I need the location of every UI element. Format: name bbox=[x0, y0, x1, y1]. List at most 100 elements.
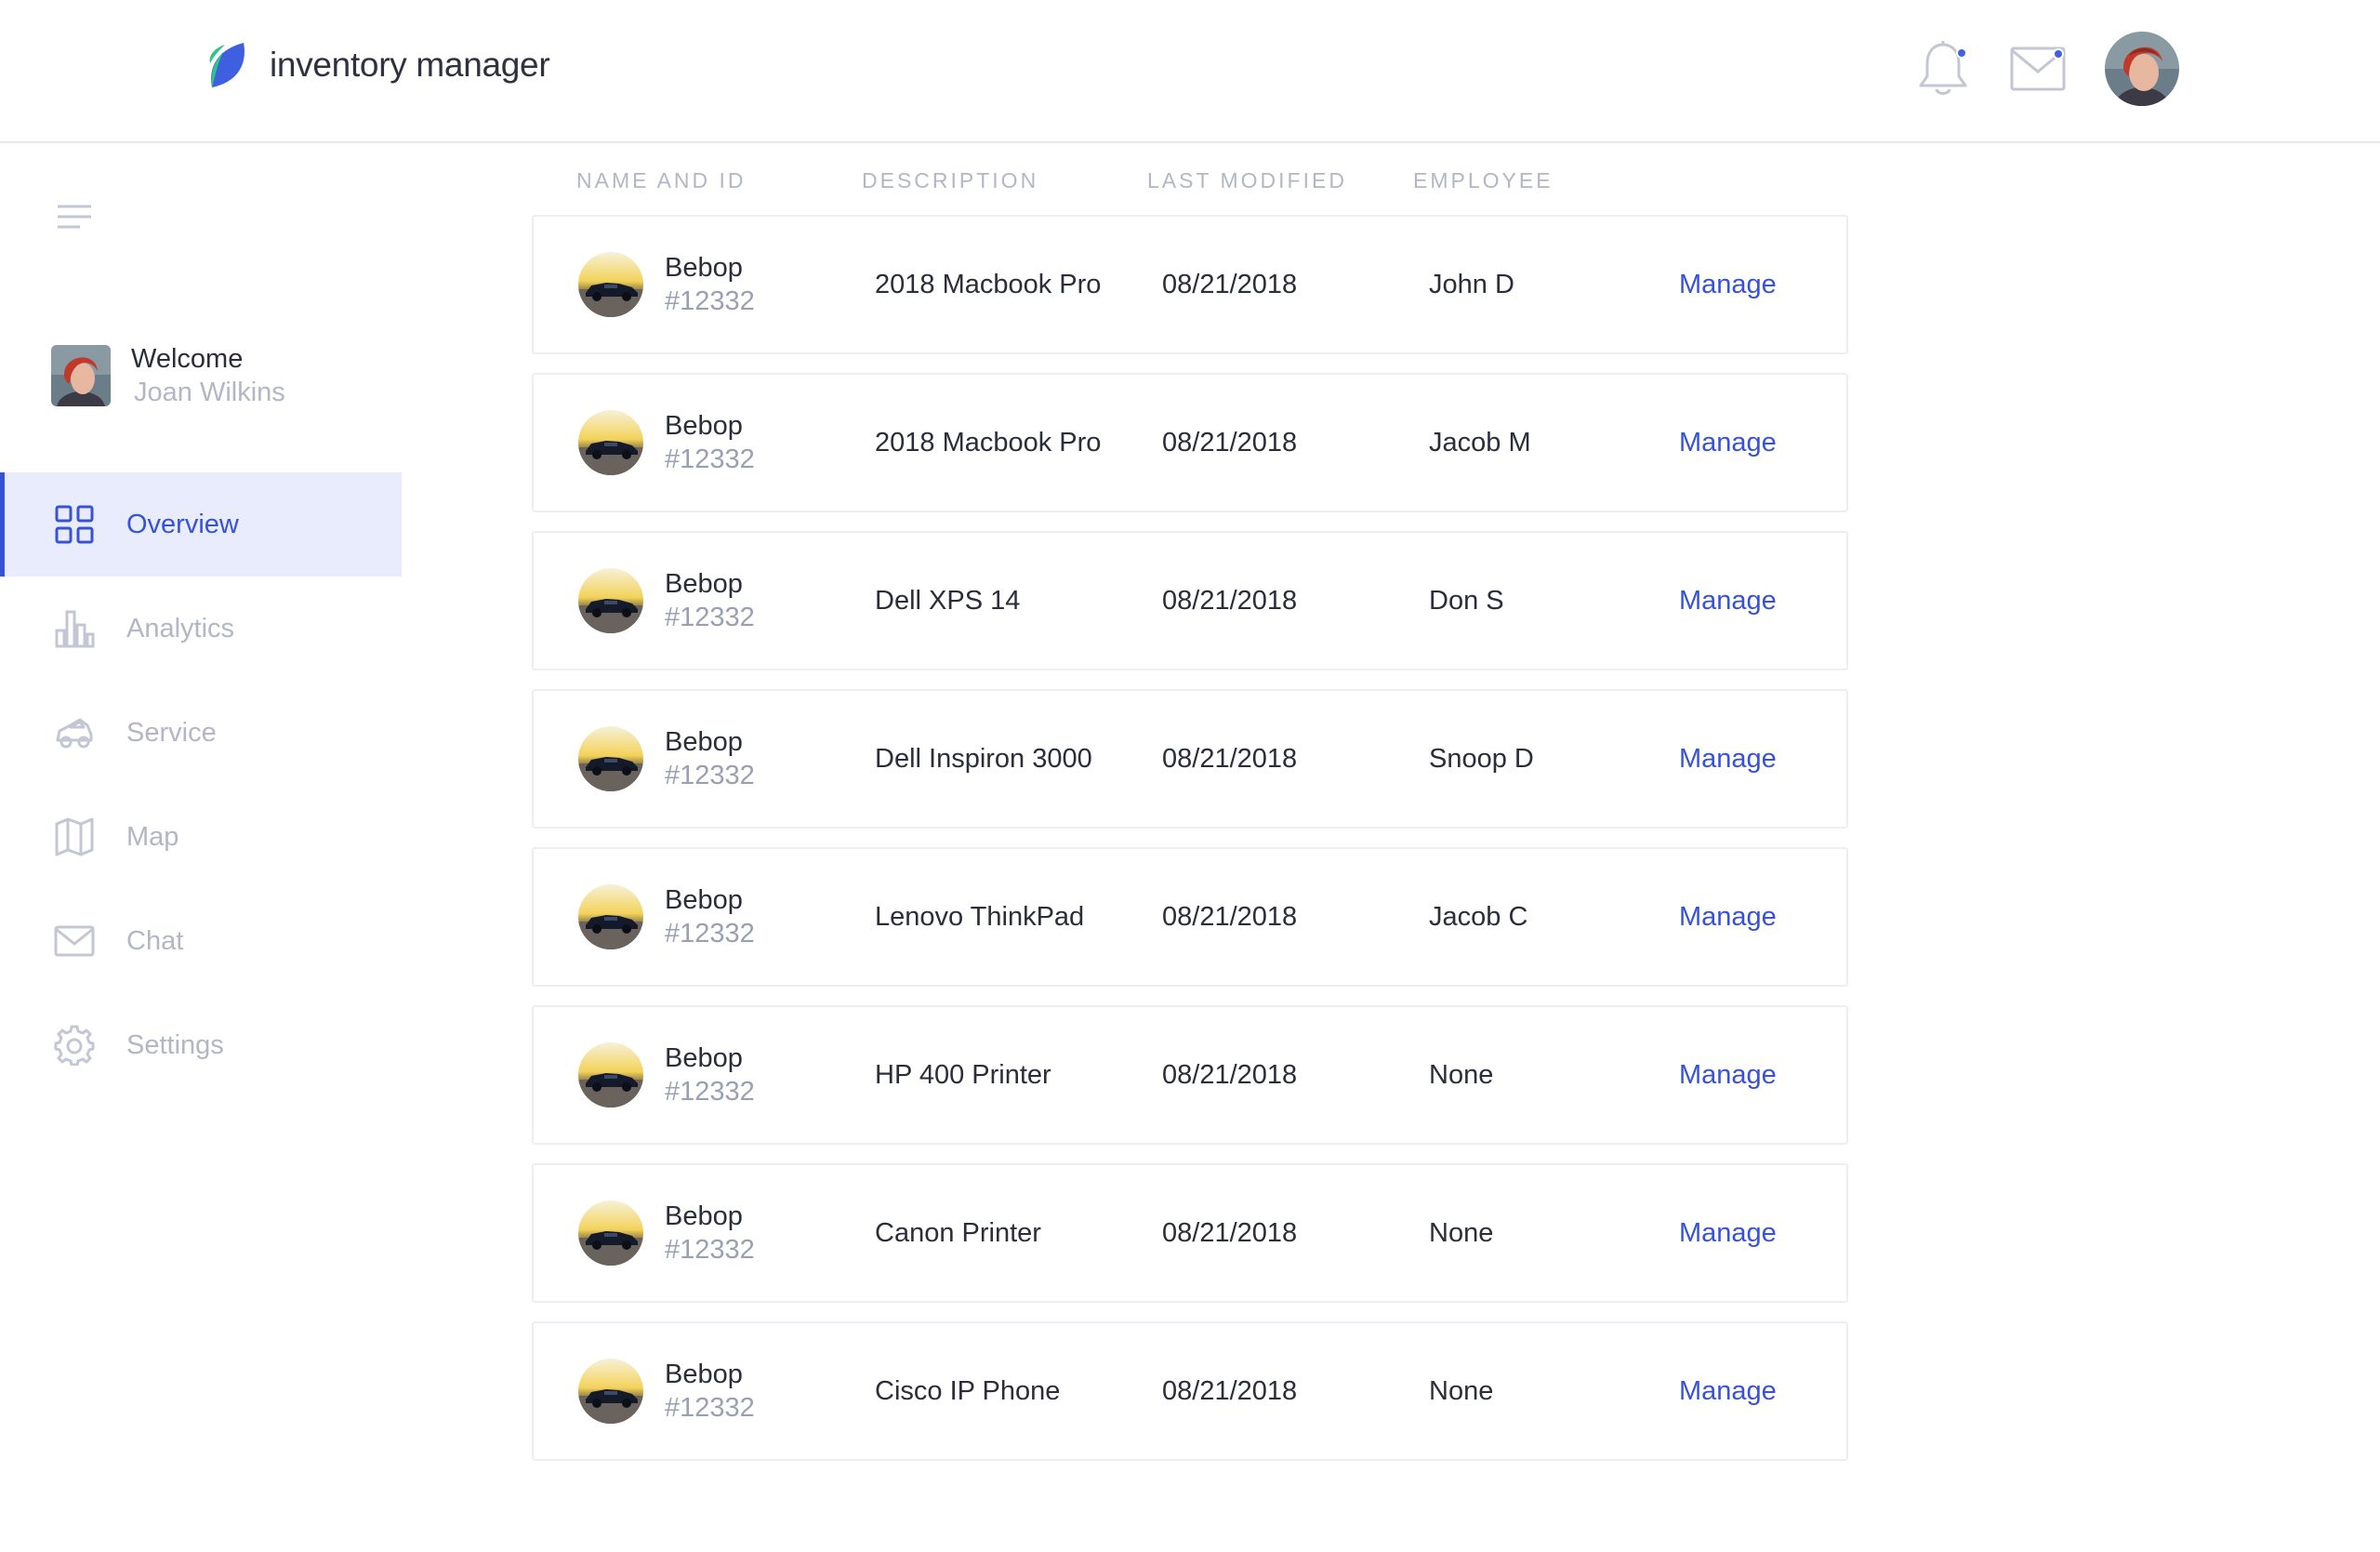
sidebar-item-label: Service bbox=[126, 717, 217, 748]
sidebar-item-label: Overview bbox=[126, 509, 239, 539]
item-description: 2018 Macbook Pro bbox=[875, 270, 1102, 299]
message-badge bbox=[2053, 48, 2064, 60]
sidebar-item-label: Analytics bbox=[126, 613, 235, 643]
column-header-last-modified: LAST MODIFIED bbox=[1147, 168, 1347, 192]
item-thumbnail bbox=[578, 1359, 643, 1424]
manage-link[interactable]: Manage bbox=[1679, 269, 1777, 300]
item-name: Bebop bbox=[665, 411, 743, 441]
item-last-modified: 08/21/2018 bbox=[1162, 1376, 1298, 1406]
sidebar-item-label: Map bbox=[126, 821, 179, 852]
envelope-icon bbox=[54, 921, 95, 962]
item-thumbnail bbox=[578, 1200, 643, 1266]
manage-link[interactable]: Manage bbox=[1679, 1375, 1777, 1407]
item-last-modified: 08/21/2018 bbox=[1162, 1060, 1298, 1090]
item-id: #12332 bbox=[665, 603, 755, 632]
item-name: Bebop bbox=[665, 1360, 743, 1389]
item-thumbnail bbox=[578, 568, 643, 633]
manage-link[interactable]: Manage bbox=[1679, 743, 1777, 775]
item-description: Canon Printer bbox=[875, 1218, 1041, 1248]
table-row: Bebop #12332 Lenovo ThinkPad 08/21/2018 … bbox=[532, 847, 1848, 987]
grid-icon bbox=[54, 504, 95, 545]
item-name: Bebop bbox=[665, 1043, 743, 1073]
item-employee: Don S bbox=[1429, 586, 1504, 616]
item-thumbnail bbox=[578, 252, 643, 317]
welcome-user-name: Joan Wilkins bbox=[134, 378, 285, 407]
item-last-modified: 08/21/2018 bbox=[1162, 270, 1298, 299]
item-thumbnail bbox=[578, 884, 643, 949]
table-row: Bebop #12332 Dell XPS 14 08/21/2018 Don … bbox=[532, 531, 1848, 670]
notifications-button[interactable] bbox=[1913, 39, 1973, 99]
item-description: HP 400 Printer bbox=[875, 1060, 1051, 1090]
item-thumbnail bbox=[578, 1042, 643, 1108]
sidebar-item-service[interactable]: Service bbox=[0, 681, 402, 785]
hamburger-icon[interactable] bbox=[56, 203, 93, 231]
item-last-modified: 08/21/2018 bbox=[1162, 586, 1298, 616]
table-row: Bebop #12332 2018 Macbook Pro 08/21/2018… bbox=[532, 373, 1848, 512]
item-name: Bebop bbox=[665, 253, 743, 283]
column-header-name: NAME AND ID bbox=[576, 168, 747, 192]
sidebar-nav: Overview Analytics Service Map Chat Sett… bbox=[0, 472, 402, 1097]
top-header: inventory manager bbox=[0, 0, 2380, 143]
header-actions bbox=[1913, 32, 2179, 106]
item-name: Bebop bbox=[665, 885, 743, 915]
item-thumbnail bbox=[578, 410, 643, 475]
sidebar-item-settings[interactable]: Settings bbox=[0, 993, 402, 1097]
map-icon bbox=[54, 816, 95, 857]
item-employee: Snoop D bbox=[1429, 744, 1534, 774]
sidebar-item-overview[interactable]: Overview bbox=[0, 472, 402, 577]
item-id: #12332 bbox=[665, 1077, 755, 1107]
sidebar-item-chat[interactable]: Chat bbox=[0, 889, 402, 993]
inventory-table: Bebop #12332 2018 Macbook Pro 08/21/2018… bbox=[532, 215, 1848, 1479]
item-id: #12332 bbox=[665, 1235, 755, 1265]
item-id: #12332 bbox=[665, 761, 755, 790]
gear-icon bbox=[54, 1025, 95, 1066]
item-id: #12332 bbox=[665, 286, 755, 316]
column-header-employee: EMPLOYEE bbox=[1413, 168, 1554, 192]
user-avatar[interactable] bbox=[2105, 32, 2179, 106]
item-id: #12332 bbox=[665, 1393, 755, 1423]
sidebar-item-analytics[interactable]: Analytics bbox=[0, 577, 402, 681]
item-last-modified: 08/21/2018 bbox=[1162, 902, 1298, 932]
sidebar-item-label: Settings bbox=[126, 1029, 224, 1060]
welcome-avatar bbox=[51, 345, 111, 406]
sidebar-item-map[interactable]: Map bbox=[0, 785, 402, 889]
item-employee: None bbox=[1429, 1218, 1494, 1248]
item-description: Dell Inspiron 3000 bbox=[875, 744, 1092, 774]
item-description: Cisco IP Phone bbox=[875, 1376, 1061, 1406]
table-header: NAME AND ID DESCRIPTION LAST MODIFIED EM… bbox=[532, 168, 1848, 192]
table-row: Bebop #12332 Canon Printer 08/21/2018 No… bbox=[532, 1163, 1848, 1303]
item-employee: John D bbox=[1429, 270, 1514, 299]
item-last-modified: 08/21/2018 bbox=[1162, 1218, 1298, 1248]
table-row: Bebop #12332 HP 400 Printer 08/21/2018 N… bbox=[532, 1005, 1848, 1145]
manage-link[interactable]: Manage bbox=[1679, 427, 1777, 458]
item-employee: Jacob C bbox=[1429, 902, 1528, 932]
manage-link[interactable]: Manage bbox=[1679, 1059, 1777, 1091]
notification-badge bbox=[1956, 47, 1967, 59]
brand[interactable]: inventory manager bbox=[206, 41, 550, 89]
manage-link[interactable]: Manage bbox=[1679, 1217, 1777, 1249]
column-header-description: DESCRIPTION bbox=[862, 168, 1039, 192]
bar-chart-icon bbox=[54, 608, 95, 649]
table-row: Bebop #12332 Cisco IP Phone 08/21/2018 N… bbox=[532, 1321, 1848, 1461]
app-name: inventory manager bbox=[270, 46, 550, 84]
item-thumbnail bbox=[578, 726, 643, 791]
item-name: Bebop bbox=[665, 727, 743, 757]
item-name: Bebop bbox=[665, 1201, 743, 1231]
manage-link[interactable]: Manage bbox=[1679, 901, 1777, 933]
welcome-greeting: Welcome bbox=[131, 344, 244, 374]
welcome-block: Welcome Joan Wilkins bbox=[51, 342, 285, 409]
table-row: Bebop #12332 Dell Inspiron 3000 08/21/20… bbox=[532, 689, 1848, 829]
leaf-logo-icon bbox=[209, 43, 245, 87]
item-employee: None bbox=[1429, 1376, 1494, 1406]
item-description: Dell XPS 14 bbox=[875, 586, 1021, 616]
item-id: #12332 bbox=[665, 919, 755, 948]
item-last-modified: 08/21/2018 bbox=[1162, 744, 1298, 774]
sidebar-item-label: Chat bbox=[126, 925, 184, 956]
manage-link[interactable]: Manage bbox=[1679, 585, 1777, 617]
item-id: #12332 bbox=[665, 444, 755, 474]
messages-button[interactable] bbox=[2008, 39, 2068, 99]
item-description: 2018 Macbook Pro bbox=[875, 428, 1102, 458]
item-description: Lenovo ThinkPad bbox=[875, 902, 1085, 932]
car-icon bbox=[54, 712, 95, 753]
table-row: Bebop #12332 2018 Macbook Pro 08/21/2018… bbox=[532, 215, 1848, 354]
